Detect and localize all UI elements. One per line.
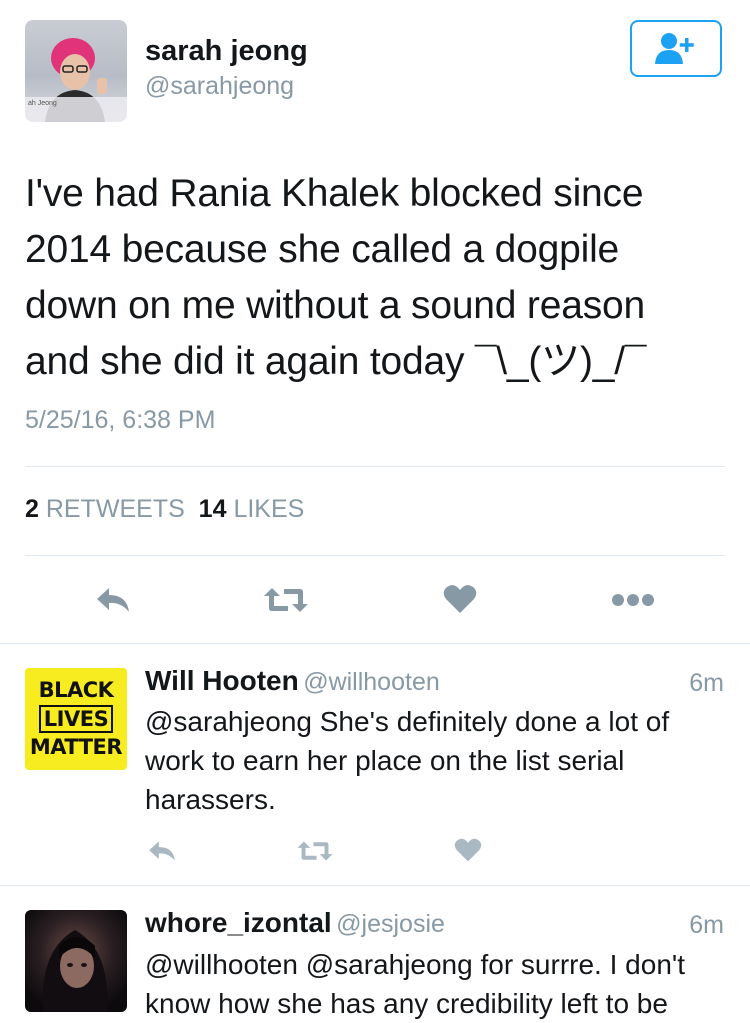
likes-count: 14 [198, 495, 227, 523]
reply-header: Will Hooten @willhooten [145, 665, 440, 697]
likes-stat[interactable]: 14 LIKES [199, 495, 305, 523]
divider [0, 643, 750, 644]
avatar-text: BLACK [38, 678, 114, 702]
reply-text: @sarahjeong She's definitely done a lot … [145, 706, 670, 815]
divider [25, 555, 725, 556]
follow-button[interactable] [630, 20, 722, 77]
tweet-timestamp: 5/25/16, 6:38 PM [25, 406, 216, 434]
retweet-button[interactable] [258, 578, 314, 622]
reply-author-handle[interactable]: @willhooten [303, 668, 440, 696]
author-name[interactable]: sarah jeong [145, 35, 308, 68]
retweet-button[interactable] [292, 834, 338, 868]
retweet-icon [264, 588, 308, 612]
likes-label: LIKES [233, 495, 305, 523]
avatar-text: MATTER [29, 735, 123, 759]
avatar-text: LIVES [38, 705, 114, 733]
avatar-photo [42, 930, 108, 1012]
reply-button[interactable] [88, 578, 138, 622]
reply-icon [97, 588, 129, 612]
divider [0, 885, 750, 886]
reply-author-name[interactable]: Will Hooten [145, 665, 299, 696]
reply-author-handle[interactable]: @jesjosie [336, 910, 445, 938]
reply-author-name[interactable]: whore_izontal [145, 907, 332, 938]
heart-icon [454, 838, 482, 862]
like-button[interactable] [449, 832, 487, 868]
reply-text: @willhooten @sarahjeong for surrre. I do… [145, 949, 686, 1019]
reply-avatar[interactable]: BLACK LIVES MATTER [25, 668, 127, 770]
heart-icon [443, 585, 477, 613]
reply-avatar[interactable] [25, 910, 127, 1012]
more-icon [612, 594, 654, 606]
tweet-text: I've had Rania Khalek blocked since 2014… [25, 172, 647, 383]
retweets-stat[interactable]: 2 RETWEETS [25, 495, 185, 523]
retweet-icon [297, 841, 333, 861]
reply-button[interactable] [142, 834, 182, 868]
tweet-stats: 2 RETWEETS 14 LIKES [25, 495, 304, 524]
retweets-label: RETWEETS [45, 495, 185, 523]
reply-time: 6m [689, 911, 724, 939]
like-button[interactable] [436, 576, 484, 622]
author-handle[interactable]: @sarahjeong [145, 72, 294, 101]
divider [25, 466, 725, 467]
reply-time: 6m [689, 669, 724, 697]
add-user-icon [655, 32, 694, 64]
more-button[interactable] [606, 582, 660, 618]
retweets-count: 2 [25, 495, 39, 523]
reply-header: whore_izontal @jesjosie [145, 907, 445, 939]
author-avatar[interactable]: ah Jeong [25, 20, 127, 122]
reply-icon [149, 841, 175, 861]
avatar-caption: ah Jeong [25, 97, 127, 122]
